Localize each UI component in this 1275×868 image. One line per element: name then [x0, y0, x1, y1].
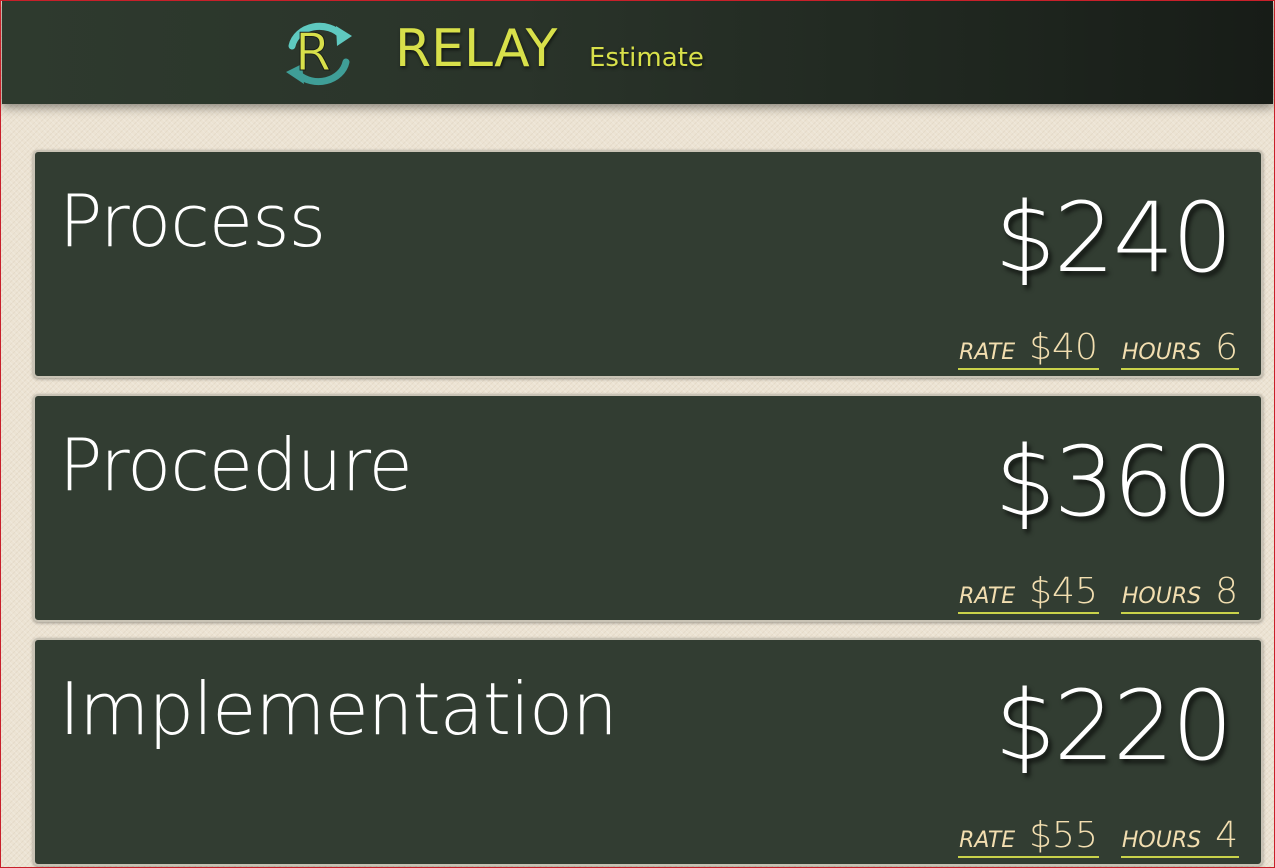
hours-field[interactable]: HOURS 4 — [1120, 815, 1239, 858]
hours-value: 4 — [1215, 815, 1238, 856]
estimate-item-total: $360 — [994, 426, 1233, 538]
estimate-item-meta: RATE $55 HOURS 4 — [958, 816, 1239, 858]
hours-value: 8 — [1215, 571, 1238, 612]
estimate-item-meta: RATE $40 HOURS 6 — [958, 328, 1239, 370]
estimate-card-implementation[interactable]: Implementation $220 RATE $55 HOURS 4 — [33, 638, 1263, 866]
hours-label: HOURS — [1121, 340, 1202, 365]
app-header: R RELAY Estimate — [2, 0, 1273, 104]
rate-label: RATE — [959, 340, 1016, 365]
logo-letter: R — [295, 23, 331, 83]
hours-field[interactable]: HOURS 8 — [1120, 571, 1239, 614]
rate-value: $45 — [1029, 571, 1098, 612]
hours-label: HOURS — [1121, 584, 1202, 609]
relay-logo-icon[interactable]: R — [280, 16, 360, 90]
rate-label: RATE — [959, 584, 1016, 609]
rate-value: $40 — [1029, 327, 1098, 368]
estimate-item-name: Implementation — [59, 667, 618, 751]
brand-subtitle: Estimate — [589, 43, 704, 73]
rate-field[interactable]: RATE $40 — [958, 328, 1099, 370]
rate-label: RATE — [959, 828, 1016, 853]
hours-field[interactable]: HOURS 6 — [1120, 327, 1239, 370]
estimate-item-name: Process — [59, 179, 326, 263]
hours-value: 6 — [1215, 327, 1238, 368]
brand-title: RELAY — [395, 19, 558, 79]
rate-field[interactable]: RATE $45 — [958, 572, 1099, 614]
estimate-item-total: $220 — [994, 670, 1233, 782]
estimate-item-total: $240 — [994, 182, 1233, 294]
estimate-item-meta: RATE $45 HOURS 8 — [958, 572, 1239, 614]
estimate-card-procedure[interactable]: Procedure $360 RATE $45 HOURS 8 — [33, 394, 1263, 622]
estimate-card-process[interactable]: Process $240 RATE $40 HOURS 6 — [33, 150, 1263, 378]
rate-field[interactable]: RATE $55 — [958, 816, 1099, 858]
estimate-item-name: Procedure — [59, 423, 413, 507]
rate-value: $55 — [1029, 815, 1098, 856]
hours-label: HOURS — [1121, 828, 1202, 853]
